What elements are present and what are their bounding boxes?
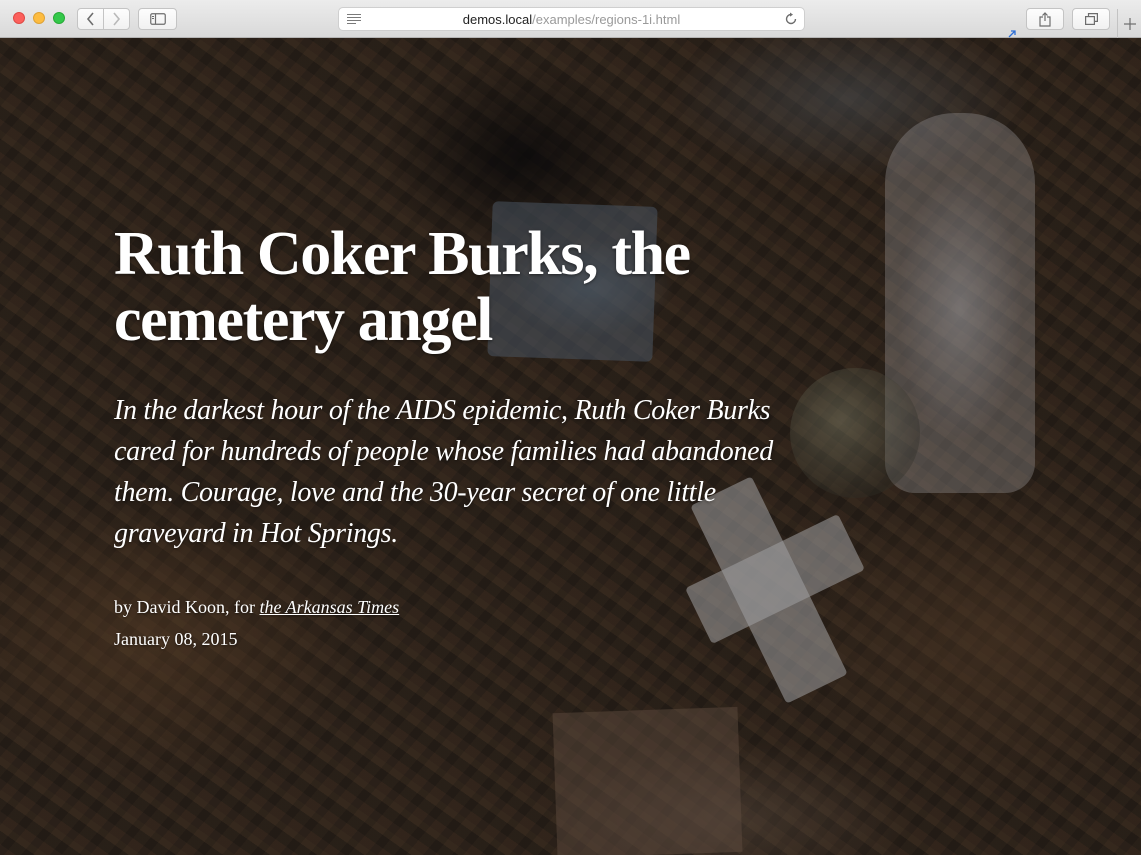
article-dek: In the darkest hour of the AIDS epidemic…	[114, 395, 773, 549]
download-arrow-icon	[1008, 30, 1016, 38]
fullscreen-window-button[interactable]	[53, 12, 65, 24]
publication-link[interactable]: the Arkansas Times	[259, 597, 399, 617]
forward-button[interactable]	[103, 8, 130, 30]
byline-prefix: by David Koon, for	[114, 597, 255, 617]
article-byline: by David Koon, for the Arkansas Times	[114, 595, 399, 619]
url-host: demos.local	[462, 12, 533, 27]
chevron-left-icon	[86, 12, 94, 26]
chevron-right-icon	[113, 12, 121, 26]
show-tabs-button[interactable]	[1072, 8, 1110, 30]
hero-image: Ruth Coker Burks, the cemetery angel In …	[0, 38, 1141, 855]
article-headline: Ruth Coker Burks, the cemetery angel	[114, 220, 691, 354]
address-bar[interactable]: demos.local/examples/regions-1i.html	[338, 7, 805, 31]
sidebar-icon	[149, 13, 166, 25]
close-window-button[interactable]	[13, 12, 25, 24]
url-text[interactable]: demos.local/examples/regions-1i.html	[339, 12, 804, 27]
new-tab-button[interactable]	[1117, 9, 1141, 38]
article-date: January 08, 2015	[114, 629, 238, 649]
share-button[interactable]	[1026, 8, 1064, 30]
reload-icon[interactable]	[784, 12, 798, 26]
browser-toolbar: demos.local/examples/regions-1i.html	[0, 0, 1141, 38]
url-path: /examples/regions-1i.html	[532, 12, 681, 27]
back-button[interactable]	[77, 8, 104, 30]
plus-icon	[1123, 17, 1136, 30]
tabs-icon	[1084, 13, 1098, 25]
sidebar-toggle-button[interactable]	[138, 8, 177, 30]
share-icon	[1039, 11, 1051, 27]
minimize-window-button[interactable]	[33, 12, 45, 24]
